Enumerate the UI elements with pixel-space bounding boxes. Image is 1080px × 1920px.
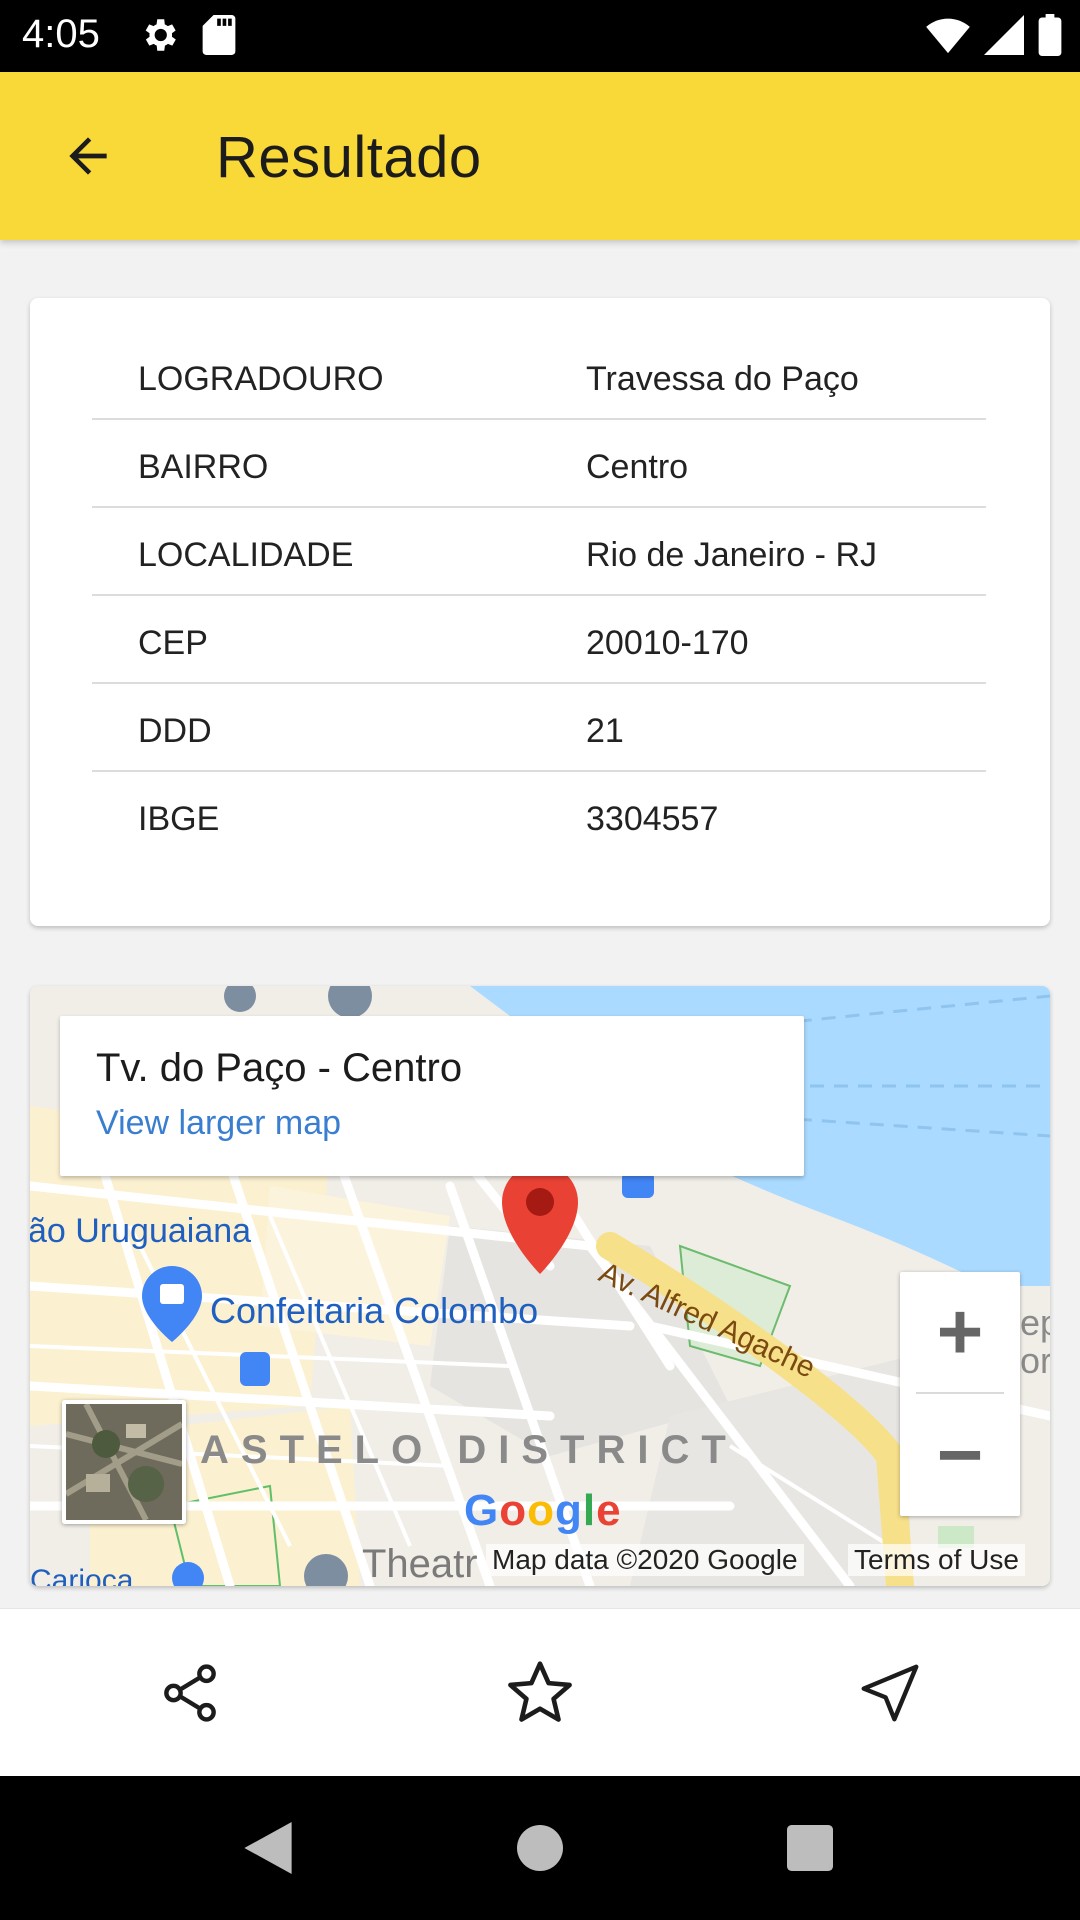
favorite-button[interactable] (498, 1651, 582, 1735)
row-value: Travessa do Paço (586, 360, 859, 398)
zoom-in-label: + (936, 1287, 984, 1376)
zoom-in-button[interactable]: + (900, 1272, 1020, 1392)
nav-recents-button[interactable] (780, 1818, 840, 1878)
row-key: LOCALIDADE (138, 536, 354, 574)
row-key: DDD (138, 712, 212, 750)
app-bar: Resultado (0, 72, 1080, 240)
recents-square-icon (787, 1825, 833, 1871)
row-value: 21 (586, 712, 624, 750)
table-row-bairro: BAIRRO Centro (92, 420, 986, 508)
map-label-station: ão Uruguaiana (30, 1212, 252, 1250)
map-label-right-edge: ep or (1020, 1302, 1050, 1381)
zoom-controls: + − (900, 1272, 1020, 1516)
row-value: 3304557 (586, 800, 719, 838)
page-title: Resultado (216, 125, 482, 190)
arrow-back-icon (69, 137, 107, 175)
terms-of-use-link[interactable]: Terms of Use (848, 1544, 1025, 1576)
row-key: CEP (138, 624, 208, 662)
map-attribution: Map data ©2020 Google (486, 1544, 804, 1576)
bottom-action-bar (0, 1608, 1080, 1777)
status-left-icons (138, 14, 236, 56)
table-row-localidade: LOCALIDADE Rio de Janeiro - RJ (92, 508, 986, 596)
share-icon (164, 1664, 216, 1722)
navigate-button[interactable] (848, 1651, 932, 1735)
signal-icon (984, 15, 1024, 55)
satellite-thumbnail-icon (66, 1404, 182, 1520)
map-label-poi[interactable]: Confeitaria Colombo (210, 1290, 538, 1332)
address-table: LOGRADOURO Travessa do Paço BAIRRO Centr… (92, 332, 986, 858)
sd-card-icon (202, 15, 236, 55)
row-value: Centro (586, 448, 689, 486)
zoom-out-button[interactable]: − (900, 1394, 1020, 1516)
table-row-logradouro: LOGRADOURO Travessa do Paço (92, 332, 986, 420)
row-key: IBGE (138, 800, 220, 838)
status-bar: 4:05 (0, 0, 1080, 72)
navigation-icon (861, 1664, 919, 1722)
wifi-icon (926, 18, 970, 54)
view-larger-map-link[interactable]: View larger map (96, 1104, 341, 1143)
popup-title: Tv. do Paço - Centro (96, 1046, 463, 1090)
map-label-district: ASTELO DISTRICT (200, 1428, 738, 1472)
battery-icon (1038, 14, 1062, 56)
address-info-card: LOGRADOURO Travessa do Paço BAIRRO Centr… (30, 298, 1050, 926)
table-row-ibge: IBGE 3304557 (92, 772, 986, 858)
status-time: 4:05 (22, 12, 100, 56)
nav-home-button[interactable] (510, 1818, 570, 1878)
map-footer: Map data ©2020 Google Terms of Use (30, 1536, 1050, 1586)
home-circle-icon (517, 1825, 563, 1871)
map-info-popup: Tv. do Paço - Centro View larger map (60, 1016, 804, 1176)
share-button[interactable] (148, 1651, 232, 1735)
row-key: LOGRADOURO (138, 360, 384, 398)
row-value: 20010-170 (586, 624, 749, 662)
star-icon (508, 1661, 572, 1722)
row-key: BAIRRO (138, 448, 269, 486)
settings-icon (145, 19, 176, 51)
nav-back-button[interactable] (238, 1818, 298, 1878)
row-value: Rio de Janeiro - RJ (586, 536, 878, 574)
satellite-toggle-button[interactable] (62, 1400, 186, 1524)
back-button[interactable] (48, 116, 128, 196)
table-row-ddd: DDD 21 (92, 684, 986, 772)
status-right-icons (926, 14, 1062, 56)
system-nav-bar (0, 1776, 1080, 1920)
zoom-out-label: − (936, 1410, 984, 1499)
table-row-cep: CEP 20010-170 (92, 596, 986, 684)
google-logo: Google (464, 1486, 622, 1535)
back-triangle-icon (244, 1822, 292, 1874)
map-view[interactable]: ão Uruguaiana Confeitaria Colombo ASTELO… (30, 986, 1050, 1586)
